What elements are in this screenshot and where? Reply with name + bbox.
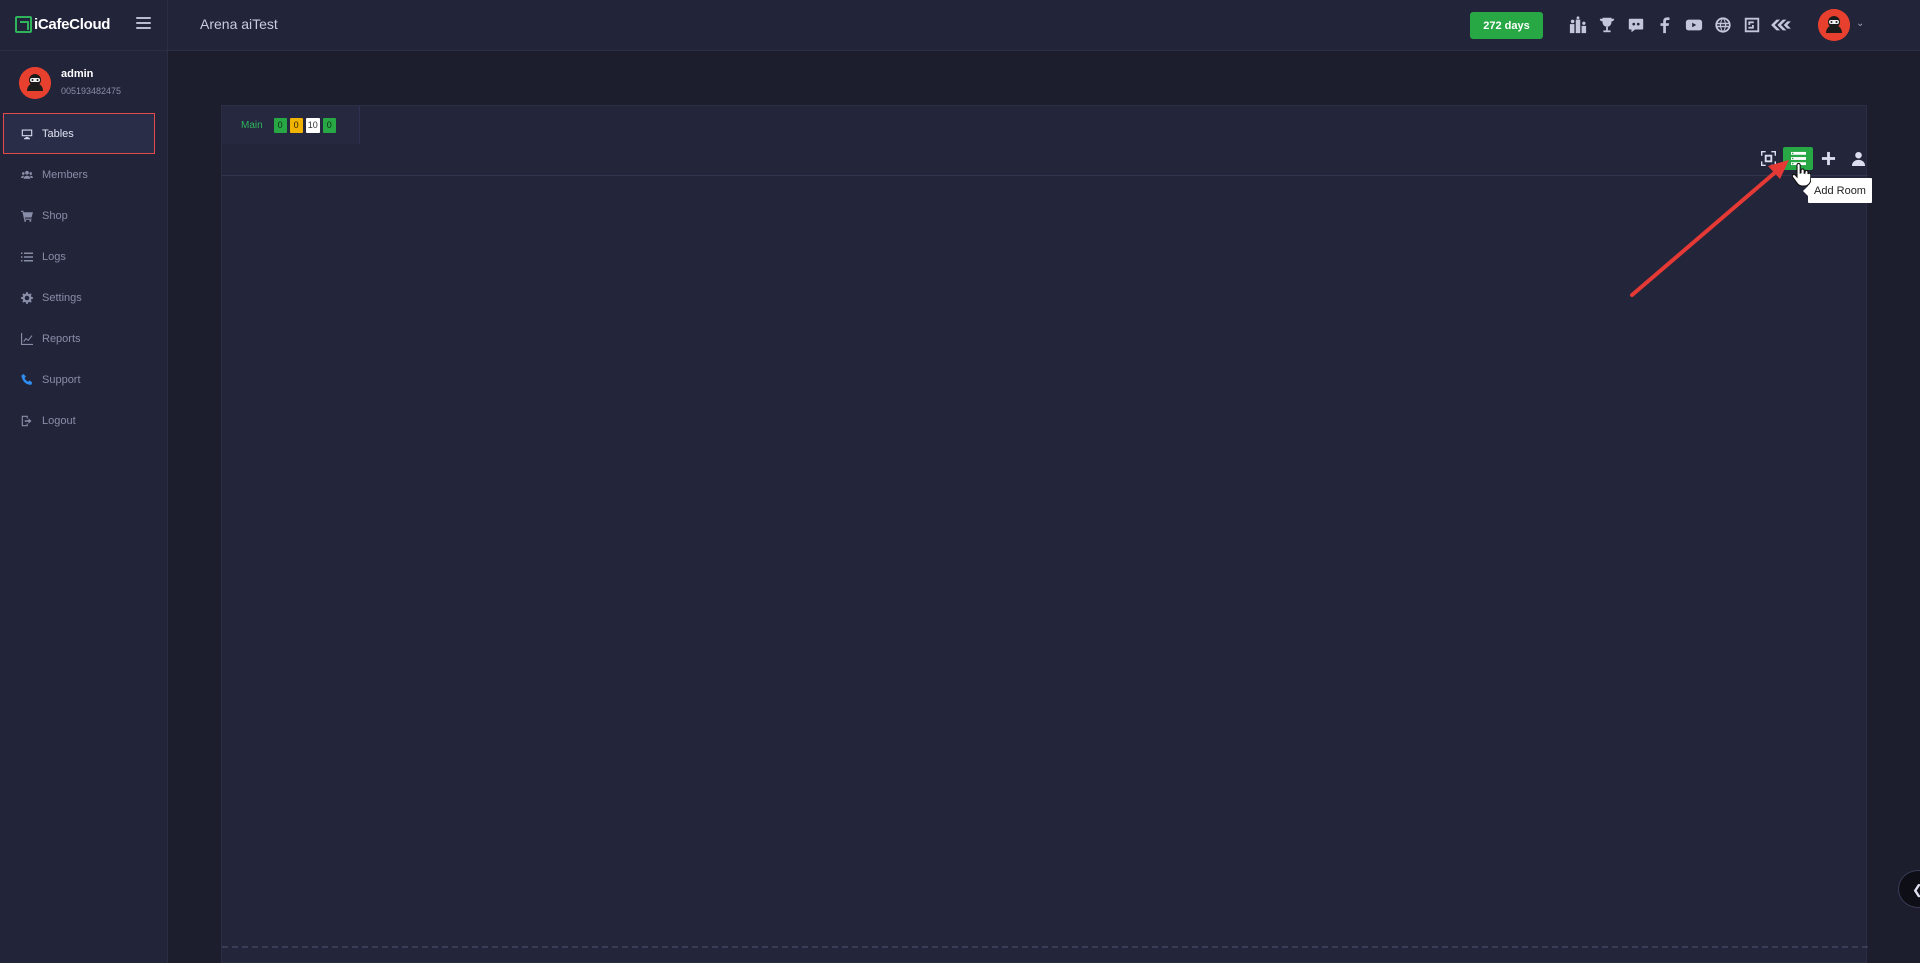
users-icon [21, 170, 33, 179]
count-badge-green: 0 [273, 117, 287, 133]
chart-line-icon [21, 332, 33, 345]
menu-toggle-icon[interactable] [136, 17, 151, 29]
sidebar-item-support[interactable]: Support [0, 359, 168, 400]
cart-icon [21, 210, 33, 222]
license-days-badge[interactable]: 272 days [1470, 12, 1543, 39]
icafe-icon[interactable] [1737, 14, 1766, 36]
sidebar-item-members[interactable]: Members [0, 154, 168, 195]
room-toolbar [1753, 147, 1873, 170]
sidebar-item-label: Logs [42, 250, 66, 263]
room-panel: Main 0 0 10 0 [221, 105, 1868, 963]
sidebar-item-label: Settings [42, 291, 82, 304]
trophy-icon[interactable] [1592, 14, 1621, 36]
tab-label: Main [241, 119, 263, 131]
user-profile: admin 005193482475 [19, 67, 121, 99]
monitor-icon [21, 129, 33, 139]
header-icon-bar [1563, 14, 1795, 36]
count-badge-yellow: 0 [289, 117, 303, 133]
sidebar-item-shop[interactable]: Shop [0, 195, 168, 236]
sidebar-item-label: Support [42, 373, 81, 386]
sidebar-item-label: Members [42, 168, 88, 181]
add-table-button[interactable] [1813, 147, 1843, 170]
discord-icon[interactable] [1621, 14, 1650, 36]
hand-cursor-icon [1791, 163, 1811, 187]
add-room-tooltip: Add Room [1803, 178, 1872, 203]
phone-icon [21, 373, 33, 385]
sidebar-item-settings[interactable]: Settings [0, 277, 168, 318]
sidebar-item-label: Reports [42, 332, 81, 345]
gear-icon [21, 291, 33, 304]
user-icon [1851, 151, 1865, 166]
logout-icon [21, 415, 32, 426]
logo-text: iCafeCloud [34, 16, 111, 33]
count-badge-white: 10 [305, 117, 320, 133]
count-badge-green-2: 0 [322, 117, 336, 133]
room-tabs: Main 0 0 10 0 [222, 106, 360, 144]
list-icon [21, 252, 33, 261]
chevron-down-icon[interactable]: ⌄ [1856, 18, 1864, 29]
app-logo[interactable]: iCafeCloud [15, 16, 110, 33]
toolbar-divider [222, 175, 1868, 176]
sidebar-item-tables[interactable]: Tables [3, 113, 155, 154]
sidebar-nav: Tables Members Shop Logs Settings Report… [0, 113, 168, 441]
globe-icon[interactable] [1708, 14, 1737, 36]
user-button[interactable] [1843, 147, 1873, 170]
youtube-icon[interactable] [1679, 14, 1708, 36]
sidebar-item-logout[interactable]: Logout [0, 400, 168, 441]
logo-mark-icon [15, 16, 32, 33]
sidebar-item-label: Logout [42, 414, 76, 427]
chevron-left-icon: ❮ [1912, 882, 1920, 898]
frame-icon [1760, 151, 1776, 166]
ranking-icon[interactable] [1563, 14, 1592, 36]
plus-icon [1821, 151, 1835, 166]
sidebar: admin 005193482475 Tables Members Shop L… [0, 51, 168, 963]
user-id: 005193482475 [61, 86, 122, 96]
brand-area: iCafeCloud [0, 0, 168, 51]
user-name: admin [61, 68, 94, 80]
facebook-icon[interactable] [1650, 14, 1679, 36]
panel-bottom-border [222, 946, 1868, 948]
user-avatar[interactable] [19, 67, 51, 99]
frame-button[interactable] [1753, 147, 1783, 170]
sidebar-item-reports[interactable]: Reports [0, 318, 168, 359]
page-title: Arena aiTest [200, 16, 278, 32]
sidebar-item-label: Shop [42, 209, 68, 222]
esports-icon[interactable] [1766, 14, 1795, 36]
sidebar-item-label: Tables [42, 127, 74, 140]
top-header: iCafeCloud Arena aiTest 272 days ⌄ [0, 0, 1920, 51]
avatar[interactable] [1818, 9, 1850, 41]
sidebar-item-logs[interactable]: Logs [0, 236, 168, 277]
tab-main[interactable]: Main 0 0 10 0 [222, 106, 360, 144]
